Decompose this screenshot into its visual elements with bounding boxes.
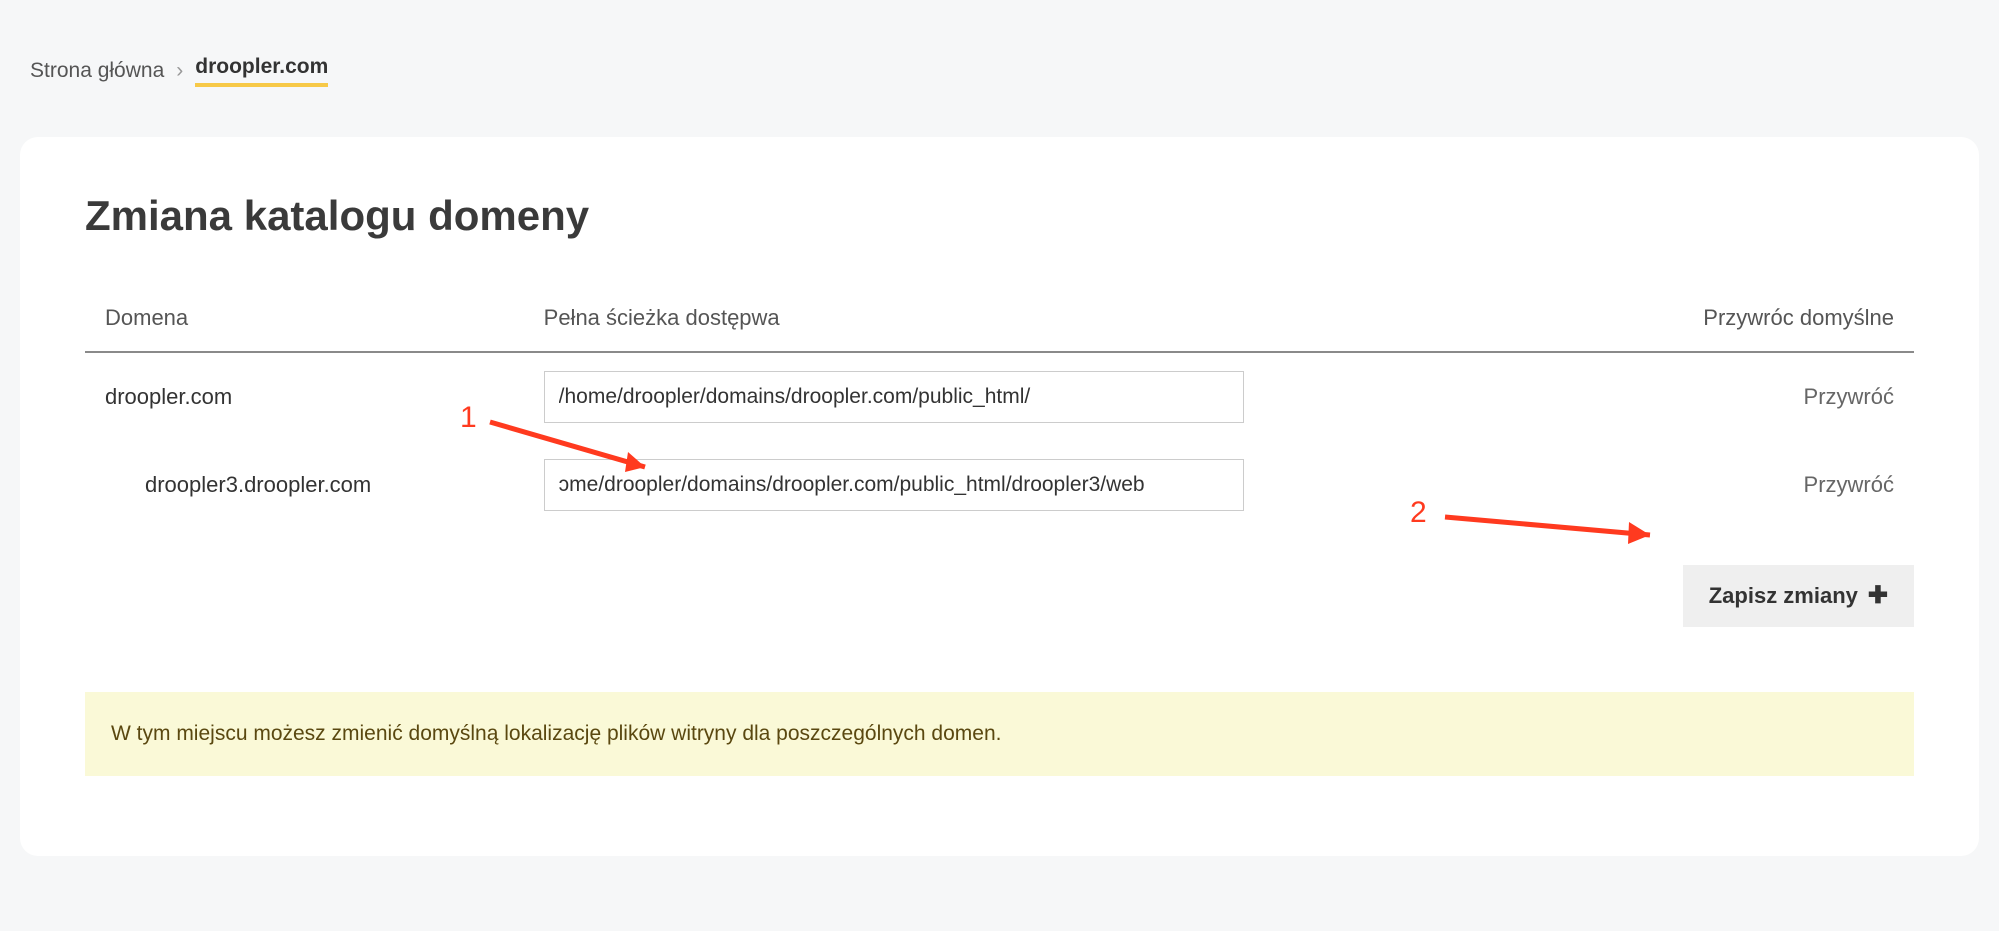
col-header-restore: Przywróc domyślne [1584, 295, 1914, 352]
col-header-path: Pełna ścieżka dostępwa [524, 295, 1584, 352]
breadcrumb-home-link[interactable]: Strona główna [30, 59, 164, 83]
breadcrumb-separator: › [176, 59, 183, 83]
domain-label: droopler.com [105, 384, 232, 409]
restore-link[interactable]: Przywróć [1804, 384, 1894, 410]
path-input[interactable] [544, 371, 1244, 423]
main-panel: Zmiana katalogu domeny Domena Pełna ście… [20, 137, 1979, 856]
plus-icon: ✚ [1868, 584, 1888, 608]
page-title: Zmiana katalogu domeny [85, 192, 1914, 240]
save-button[interactable]: Zapisz zmiany ✚ [1683, 565, 1914, 627]
breadcrumb: Strona główna › droopler.com [20, 0, 1979, 112]
breadcrumb-current: droopler.com [195, 55, 328, 87]
table-row: droopler3.droopler.com Przywróć [85, 441, 1914, 529]
info-notice: W tym miejscu możesz zmienić domyślną lo… [85, 692, 1914, 776]
path-input[interactable] [544, 459, 1244, 511]
restore-link[interactable]: Przywróć [1804, 472, 1894, 498]
domain-table: Domena Pełna ścieżka dostępwa Przywróc d… [85, 295, 1914, 529]
col-header-domain: Domena [85, 295, 524, 352]
save-button-label: Zapisz zmiany [1709, 583, 1858, 609]
domain-label: droopler3.droopler.com [105, 472, 371, 498]
table-row: droopler.com Przywróć [85, 352, 1914, 441]
notice-text: W tym miejscu możesz zmienić domyślną lo… [111, 722, 1001, 745]
